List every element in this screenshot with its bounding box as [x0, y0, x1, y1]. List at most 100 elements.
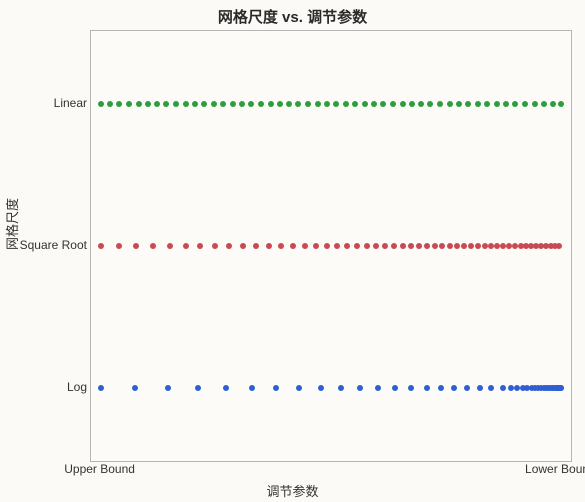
data-point — [249, 385, 255, 391]
data-point — [183, 101, 189, 107]
data-point — [338, 385, 344, 391]
data-point — [258, 101, 264, 107]
data-point — [126, 101, 132, 107]
data-point — [154, 101, 160, 107]
data-point — [318, 385, 324, 391]
data-point — [302, 243, 308, 249]
data-point — [305, 101, 311, 107]
data-point — [475, 243, 481, 249]
data-point — [315, 101, 321, 107]
data-point — [163, 101, 169, 107]
data-point — [512, 101, 518, 107]
data-point — [107, 101, 113, 107]
data-point — [239, 101, 245, 107]
data-point — [150, 243, 156, 249]
data-point — [220, 101, 226, 107]
data-point — [223, 385, 229, 391]
data-point — [192, 101, 198, 107]
data-point — [392, 385, 398, 391]
data-point — [375, 385, 381, 391]
data-point — [461, 243, 467, 249]
data-point — [352, 101, 358, 107]
data-point — [98, 101, 104, 107]
data-point — [550, 101, 556, 107]
y-tick-label: Log — [7, 380, 87, 394]
data-point — [380, 101, 386, 107]
data-point — [324, 101, 330, 107]
data-point — [500, 385, 506, 391]
data-point — [364, 243, 370, 249]
data-point — [226, 243, 232, 249]
data-point — [488, 385, 494, 391]
data-point — [400, 101, 406, 107]
data-point — [253, 243, 259, 249]
data-point — [408, 243, 414, 249]
data-point — [373, 243, 379, 249]
data-point — [464, 385, 470, 391]
data-point — [324, 243, 330, 249]
data-point — [475, 101, 481, 107]
data-point — [136, 101, 142, 107]
data-point — [400, 243, 406, 249]
data-point — [195, 385, 201, 391]
chart-title: 网格尺度 vs. 调节参数 — [0, 6, 585, 27]
data-point — [503, 101, 509, 107]
plot-area — [90, 30, 572, 462]
data-point — [230, 101, 236, 107]
data-point — [465, 101, 471, 107]
data-point — [313, 243, 319, 249]
data-point — [362, 101, 368, 107]
data-point — [409, 101, 415, 107]
data-point — [456, 101, 462, 107]
data-point — [268, 101, 274, 107]
y-tick-label: Square Root — [7, 238, 87, 252]
data-point — [167, 243, 173, 249]
data-point — [278, 243, 284, 249]
data-point — [488, 243, 494, 249]
data-point — [201, 101, 207, 107]
data-point — [390, 101, 396, 107]
data-point — [354, 243, 360, 249]
data-point — [494, 243, 500, 249]
data-point — [212, 243, 218, 249]
data-point — [357, 385, 363, 391]
data-point — [248, 101, 254, 107]
data-point — [437, 101, 443, 107]
data-point — [432, 243, 438, 249]
data-point — [416, 243, 422, 249]
data-point — [418, 101, 424, 107]
data-point — [522, 101, 528, 107]
x-tick-label: Lower Bound — [525, 462, 585, 476]
y-tick-label: Linear — [7, 96, 87, 110]
data-point — [98, 385, 104, 391]
data-point — [98, 243, 104, 249]
data-point — [447, 243, 453, 249]
data-point — [290, 243, 296, 249]
data-point — [424, 385, 430, 391]
data-point — [277, 101, 283, 107]
data-point — [145, 101, 151, 107]
data-point — [295, 101, 301, 107]
data-point — [451, 385, 457, 391]
data-point — [286, 101, 292, 107]
data-point — [371, 101, 377, 107]
data-point — [266, 243, 272, 249]
data-point — [343, 101, 349, 107]
data-point — [133, 243, 139, 249]
data-point — [116, 101, 122, 107]
data-point — [477, 385, 483, 391]
data-point — [494, 101, 500, 107]
data-point — [391, 243, 397, 249]
data-point — [424, 243, 430, 249]
data-point — [408, 385, 414, 391]
data-point — [165, 385, 171, 391]
data-point — [183, 243, 189, 249]
data-point — [454, 243, 460, 249]
data-point — [334, 243, 340, 249]
data-point — [438, 385, 444, 391]
data-point — [344, 243, 350, 249]
data-point — [296, 385, 302, 391]
data-point — [482, 243, 488, 249]
data-point — [439, 243, 445, 249]
data-point — [240, 243, 246, 249]
